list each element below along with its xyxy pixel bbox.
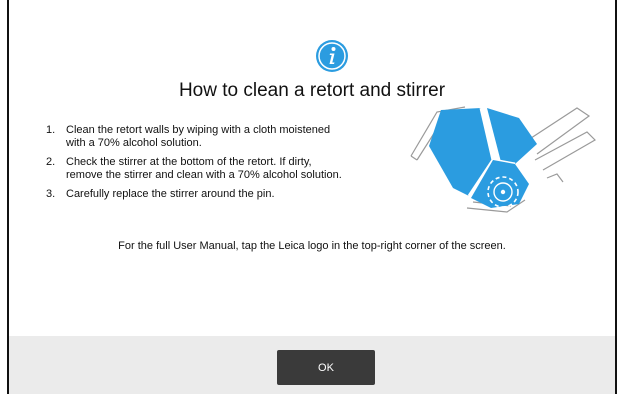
dialog-footer: OK	[9, 336, 615, 394]
step-text: Clean the retort walls by wiping with a …	[66, 124, 331, 149]
step-number: 3.	[46, 188, 56, 200]
dialog-title: How to clean a retort and stirrer	[178, 80, 446, 101]
instruction-step: 2. Check the stirrer at the bottom of th…	[46, 156, 346, 182]
step-text: Check the stirrer at the bottom of the r…	[66, 156, 342, 181]
instruction-step: 1. Clean the retort walls by wiping with…	[46, 124, 346, 150]
user-manual-note: For the full User Manual, tap the Leica …	[118, 240, 506, 252]
step-text: Carefully replace the stirrer around the…	[66, 188, 275, 200]
step-number: 2.	[46, 156, 56, 168]
ok-button[interactable]: OK	[277, 350, 375, 385]
info-icon	[316, 40, 348, 72]
retort-stirrer-illustration	[410, 106, 596, 213]
step-number: 1.	[46, 124, 56, 136]
instruction-step: 3. Carefully replace the stirrer around …	[46, 188, 346, 201]
instruction-list: 1. Clean the retort walls by wiping with…	[46, 124, 346, 207]
help-dialog: How to clean a retort and stirrer 1. Cle…	[7, 0, 617, 394]
